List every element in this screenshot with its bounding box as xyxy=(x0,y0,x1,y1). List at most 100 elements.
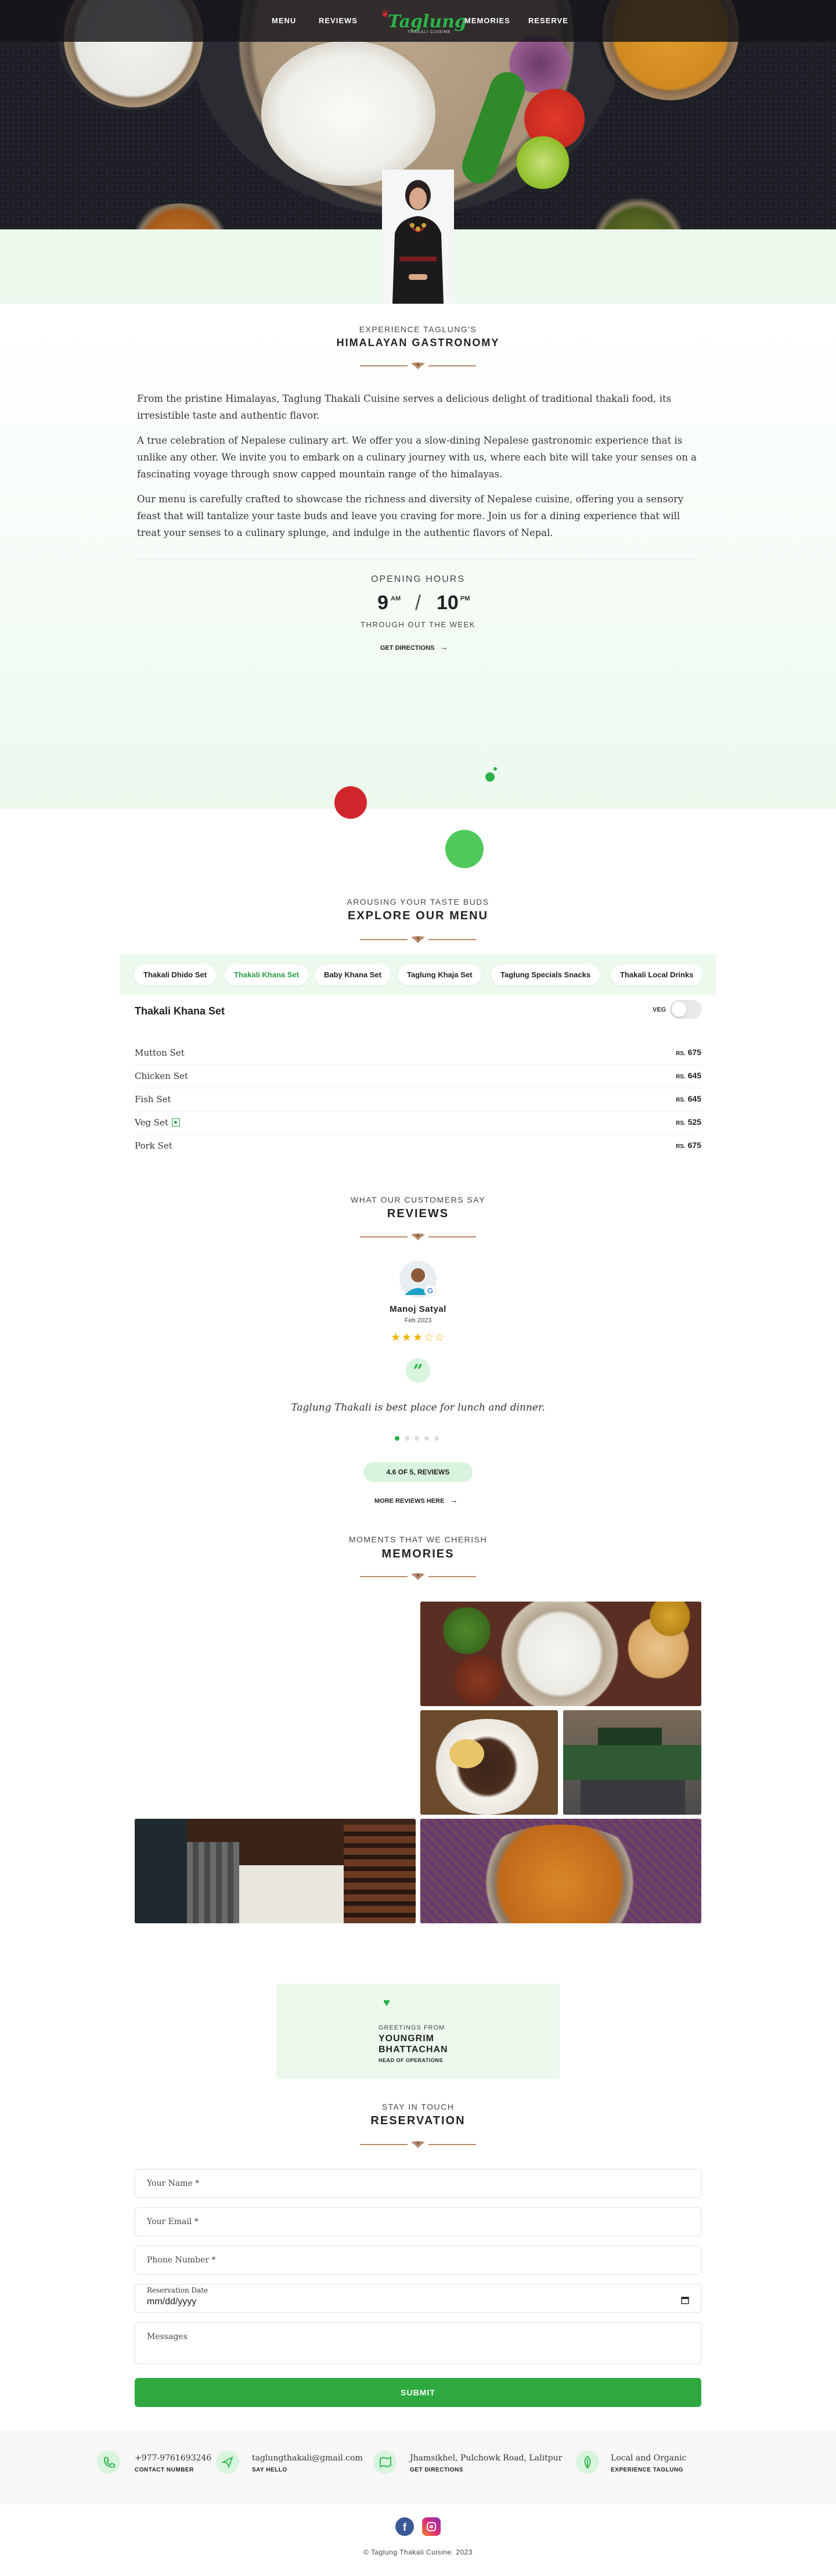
instagram-icon[interactable] xyxy=(422,2517,441,2536)
review-quote: Taglung Thakali is best place for lunch … xyxy=(291,1402,545,1413)
reservation-kicker: STAY IN TOUCH xyxy=(381,2102,455,2111)
email-field[interactable]: Your Email * xyxy=(135,2207,701,2236)
tab-specials-snacks[interactable]: Taglung Specials Snacks xyxy=(491,965,600,985)
star-empty-icon: ☆ xyxy=(424,1332,434,1344)
veg-toggle[interactable] xyxy=(670,1000,701,1019)
tab-baby-khana-set[interactable]: Baby Khana Set xyxy=(315,965,391,985)
arrow-right-icon: → xyxy=(439,642,448,652)
ornament-divider xyxy=(360,934,476,945)
quote-icon: ” xyxy=(406,1358,430,1383)
footer-address[interactable]: Jhamsikhel, Pulchowk Road, Lalitpur xyxy=(410,2453,562,2463)
footer-email-label: SAY HELLO xyxy=(252,2467,287,2473)
ornament-divider xyxy=(360,2139,476,2150)
decor-dot-tiny xyxy=(493,767,497,771)
reviewer-avatar: G xyxy=(399,1261,437,1298)
reviewer-name: Manoj Satyal xyxy=(390,1304,446,1314)
map-icon xyxy=(373,2451,397,2474)
send-icon xyxy=(216,2451,239,2474)
veg-indicator-icon xyxy=(171,1118,180,1127)
hero-lime xyxy=(511,134,575,192)
submit-button[interactable]: SUBMIT xyxy=(135,2378,701,2407)
leaf-icon xyxy=(576,2451,599,2474)
memory-photo-curry[interactable] xyxy=(420,1819,701,1923)
taglung-logo[interactable]: ❦ Taglung THAKALI CUISINE xyxy=(379,6,467,36)
reviews-kicker: WHAT OUR CUSTOMERS SAY xyxy=(351,1195,485,1204)
veg-toggle-knob xyxy=(672,1002,687,1017)
pagination-dot[interactable] xyxy=(405,1436,409,1441)
memory-photo-steak[interactable] xyxy=(420,1710,558,1815)
opening-hours: 9 AM / 10 PM xyxy=(377,591,470,614)
review-date: Feb 2023 xyxy=(404,1317,432,1324)
tab-dhido-set[interactable]: Thakali Dhido Set xyxy=(134,965,217,985)
host-portrait xyxy=(382,170,454,304)
about-paragraph-2: A true celebration of Nepalese culinary … xyxy=(137,435,697,480)
veg-toggle-label: VEG xyxy=(653,1006,666,1013)
name-field[interactable]: Your Name * xyxy=(135,2169,701,2198)
copyright: © Taglung Thakali Cuisine. 2023 xyxy=(363,2548,473,2556)
star-filled-icon: ★ xyxy=(391,1332,401,1344)
footer-organic: Local and Organic xyxy=(611,2453,687,2463)
footer-phone-label: CONTACT NUMBER xyxy=(135,2467,194,2473)
nav-menu[interactable]: MENU xyxy=(272,16,296,25)
menu-section-title: Thakali Khana Set xyxy=(135,1005,225,1017)
about-section-bg xyxy=(0,304,836,809)
memory-photo-interior[interactable] xyxy=(135,1819,416,1923)
get-directions-link[interactable]: GET DIRECTIONS → xyxy=(380,642,462,652)
arrow-right-icon: → xyxy=(449,1495,458,1505)
top-navbar: MENU REVIEWS ❦ Taglung THAKALI CUISINE M… xyxy=(0,0,836,42)
about-kicker: EXPERIENCE TAGLUNG'S xyxy=(359,325,477,334)
reservation-date-field[interactable]: Reservation Date mm/dd/yyyy xyxy=(135,2284,701,2313)
hours-sub: THROUGH OUT THE WEEK xyxy=(361,620,475,629)
footer-organic-label: EXPERIENCE TAGLUNG xyxy=(611,2467,683,2473)
about-paragraph-3: Our menu is carefully crafted to showcas… xyxy=(137,494,684,538)
decor-dot-green xyxy=(445,830,484,868)
more-reviews-link[interactable]: MORE REVIEWS HERE → xyxy=(374,1495,467,1505)
star-empty-icon: ☆ xyxy=(435,1332,445,1344)
phone-icon xyxy=(97,2451,120,2474)
pagination-dot[interactable] xyxy=(415,1436,419,1441)
tab-khana-set[interactable]: Thakali Khana Set xyxy=(225,965,308,985)
ornament-divider xyxy=(360,1231,476,1243)
messages-field[interactable]: Messages xyxy=(135,2322,701,2364)
reservation-heading: RESERVATION xyxy=(370,2114,466,2127)
menu-heading: EXPLORE OUR MENU xyxy=(347,909,489,922)
hours-separator: / xyxy=(415,591,421,614)
menu-item: Mutton Set RS. 675 xyxy=(135,1042,701,1065)
menu-tabs: Thakali Dhido Set Thakali Khana Set Baby… xyxy=(120,954,716,995)
memory-photo-exterior[interactable] xyxy=(563,1710,701,1815)
tab-local-drinks[interactable]: Thakali Local Drinks xyxy=(611,965,703,985)
pagination-dot[interactable] xyxy=(434,1436,439,1441)
menu-item: Veg Set RS. 525 xyxy=(135,1111,701,1135)
footer-phone[interactable]: +977-9761693246 xyxy=(135,2453,211,2463)
memory-photo-thali[interactable] xyxy=(420,1602,701,1706)
star-filled-icon: ★ xyxy=(402,1332,412,1344)
rating-summary-badge: 4.6 OF 5, REVIEWS xyxy=(363,1462,473,1482)
reviews-heading: REVIEWS xyxy=(387,1207,449,1220)
decor-dot-red xyxy=(334,786,367,819)
hours-label: OPENING HOURS xyxy=(370,574,465,584)
decor-dot-small xyxy=(485,772,495,782)
hero-rice xyxy=(261,41,435,186)
star-filled-icon: ★ xyxy=(413,1332,423,1344)
menu-item: Fish Set RS. 645 xyxy=(135,1088,701,1111)
footer-email[interactable]: taglungthakali@gmail.com xyxy=(252,2453,363,2463)
nav-reviews[interactable]: REVIEWS xyxy=(319,16,358,25)
pagination-dot[interactable] xyxy=(424,1436,429,1441)
nav-reserve[interactable]: RESERVE xyxy=(528,16,568,25)
pagination-dot[interactable] xyxy=(395,1436,399,1441)
ornament-divider xyxy=(360,1571,476,1582)
footer-address-label: GET DIRECTIONS xyxy=(410,2467,464,2473)
memories-kicker: MOMENTS THAT WE CHERISH xyxy=(348,1535,488,1544)
ornament-divider xyxy=(360,360,476,372)
menu-kicker: AROUSING YOUR TASTE BUDS xyxy=(347,897,489,906)
heart-icon: ♥ xyxy=(383,1996,390,2009)
memories-heading: MEMORIES xyxy=(381,1548,455,1560)
menu-item: Pork Set RS. 675 xyxy=(135,1141,701,1151)
calendar-icon[interactable] xyxy=(681,2296,689,2304)
greeting-card: ♥ GREETINGS FROM YOUNGRIM BHATTACHAN HEA… xyxy=(276,1984,560,2079)
phone-field[interactable]: Phone Number * xyxy=(135,2246,701,2275)
about-paragraph-1: From the pristine Himalayas, Taglung Tha… xyxy=(137,393,672,421)
facebook-icon[interactable]: f xyxy=(395,2517,414,2536)
nav-memories[interactable]: MEMORIES xyxy=(464,16,510,25)
tab-khaja-set[interactable]: Taglung Khaja Set xyxy=(398,965,482,985)
